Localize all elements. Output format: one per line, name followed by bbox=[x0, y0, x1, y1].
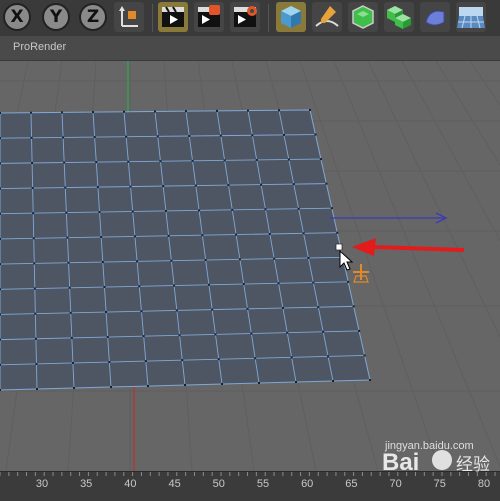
render-view-icon bbox=[162, 6, 184, 27]
floor-environment-button[interactable] bbox=[456, 2, 486, 32]
baidu-watermark-logo: Bai 经验 bbox=[382, 449, 490, 476]
render-picture-viewer-icon bbox=[198, 5, 220, 27]
ruler-tick-label: 55 bbox=[256, 478, 270, 490]
world-coordinates-button[interactable] bbox=[114, 2, 144, 32]
pen-spline-button[interactable] bbox=[312, 2, 342, 32]
render-view-button[interactable] bbox=[158, 2, 188, 32]
main-toolbar: X Y Z bbox=[0, 0, 500, 37]
cube-object-icon bbox=[281, 6, 301, 28]
viewport-canvas[interactable] bbox=[0, 61, 500, 471]
y-axis-lock-button[interactable]: Y bbox=[42, 3, 70, 31]
ruler-tick-label: 50 bbox=[212, 478, 225, 490]
toolbar-separator bbox=[268, 4, 269, 32]
deformer-button[interactable] bbox=[420, 2, 450, 32]
render-settings-icon bbox=[234, 6, 257, 27]
ruler-tick-label: 60 bbox=[301, 478, 314, 490]
array-generator-icon bbox=[387, 6, 411, 29]
move-gizmo-icon bbox=[353, 264, 369, 283]
cube-object-button[interactable] bbox=[276, 2, 306, 32]
ruler-tick-label: 40 bbox=[124, 478, 137, 490]
ruler-tick-label: 65 bbox=[345, 478, 358, 490]
viewport-header: ProRender bbox=[0, 36, 500, 61]
x-axis-lock-button[interactable]: X bbox=[3, 3, 31, 31]
svg-text:Bai: Bai bbox=[382, 449, 419, 476]
array-generator-button[interactable] bbox=[384, 2, 414, 32]
ruler-tick-label: 35 bbox=[80, 478, 93, 490]
render-picture-viewer-button[interactable] bbox=[194, 2, 224, 32]
polygon-plane[interactable] bbox=[0, 109, 371, 391]
selected-point-handle[interactable] bbox=[335, 243, 343, 251]
floor-environment-icon bbox=[457, 7, 485, 29]
watermark-url: jingyan.baidu.com bbox=[385, 440, 474, 452]
pen-spline-icon bbox=[315, 6, 339, 27]
z-axis-lock-button[interactable]: Z bbox=[79, 3, 107, 31]
3d-viewport[interactable] bbox=[0, 61, 500, 471]
world-coordinates-icon bbox=[119, 6, 138, 27]
deformer-icon bbox=[425, 10, 445, 26]
ruler-tick-label: 45 bbox=[168, 478, 181, 490]
svg-text:经验: 经验 bbox=[456, 455, 490, 475]
ruler-tick-label: 30 bbox=[35, 478, 49, 490]
toolbar-separator bbox=[152, 4, 153, 32]
viewport-renderer-label: ProRender bbox=[13, 41, 67, 53]
subdivision-surface-button[interactable] bbox=[348, 2, 378, 32]
render-settings-button[interactable] bbox=[230, 2, 260, 32]
subdivision-surface-icon bbox=[352, 5, 374, 29]
